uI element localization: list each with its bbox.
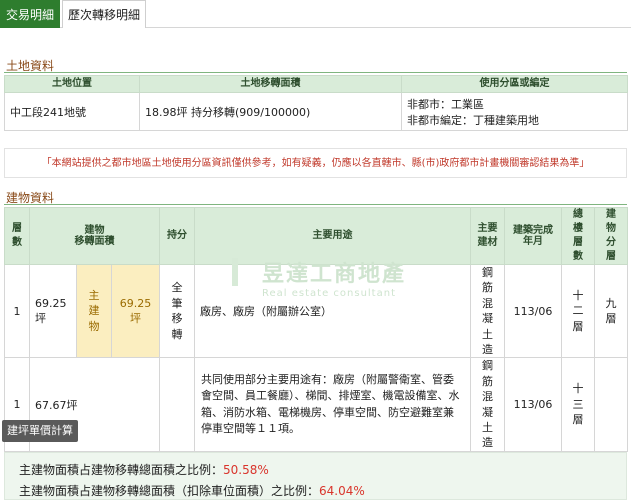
ratio-summary: 主建物面積占建物移轉總面積之比例：50.58% 主建物面積占建物移轉總面積（扣除… — [4, 452, 627, 500]
row2-building-zoning — [594, 357, 629, 452]
row2-share — [159, 357, 196, 452]
table-row: 1 67.67坪 共同使用部分主要用途有：廠房（附屬警衛室、管委會空間、員工餐廳… — [4, 357, 629, 452]
row1-area: 69.25坪 — [29, 263, 77, 359]
header-usage: 主要用途 — [194, 207, 472, 265]
header-completed: 建築完成年月 — [504, 207, 563, 265]
land-zoning-line1: 非都市：工業區 — [407, 97, 484, 111]
row2-completed: 113/06 — [504, 357, 563, 452]
tab-transaction-details[interactable]: 交易明細 — [0, 0, 61, 28]
header-share: 持分 — [159, 207, 196, 265]
row2-total-floors: 十三層 — [561, 357, 596, 452]
row1-building-zoning: 九層 — [594, 263, 629, 359]
row1-main-area: 69.25坪 — [110, 263, 161, 359]
ratio-value-2: 64.04% — [319, 484, 365, 498]
row1-floor: 1 — [4, 263, 30, 359]
land-header-location: 土地位置 — [4, 75, 140, 93]
land-divider — [4, 72, 627, 73]
header-total-floors: 總樓層數 — [561, 207, 596, 265]
ratio-line-1: 主建物面積占建物移轉總面積之比例：50.58% — [19, 463, 269, 477]
table-row: 中工段241地號 18.98坪 持分移轉(909/100000) 非都市：工業區… — [4, 92, 628, 131]
row1-material: 鋼筋混凝土造 — [470, 263, 506, 359]
tab-bar: 交易明細 歷次轉移明細 — [0, 0, 631, 28]
building-divider — [4, 204, 627, 205]
row1-usage: 廠房、廠房（附屬辦公室） — [194, 263, 472, 359]
land-zoning-line2: 非都市編定：丁種建築用地 — [407, 113, 539, 127]
ratio-line-2: 主建物面積占建物移轉總面積（扣除車位面積）之比例：64.04% — [19, 484, 365, 498]
row1-main-label: 主建物 — [76, 263, 112, 359]
land-header-area: 土地移轉面積 — [139, 75, 402, 93]
land-area: 18.98坪 持分移轉(909/100000) — [139, 92, 402, 131]
ratio-value-1: 50.58% — [223, 463, 269, 477]
row2-material: 鋼筋混凝土造 — [470, 357, 506, 452]
land-header-zoning: 使用分區或編定 — [401, 75, 628, 93]
table-row: 1 69.25坪 主建物 69.25坪 全筆移轉 廠房、廠房（附屬辦公室） 鋼筋… — [4, 263, 629, 359]
header-material: 主要建材 — [470, 207, 506, 265]
land-zoning: 非都市：工業區 非都市編定：丁種建築用地 — [401, 92, 628, 131]
zoning-disclaimer: 「本網站提供之都市地區土地使用分區資訊僅供參考，如有疑義，仍應以各直轄市、縣(市… — [4, 148, 627, 178]
land-location: 中工段241地號 — [4, 92, 140, 131]
row1-total-floors: 十二層 — [561, 263, 596, 359]
header-floor: 層數 — [4, 207, 30, 265]
building-table: 層數 建物 移轉面積 持分 主要用途 主要建材 建築完成年月 總樓層數 建物分層… — [4, 207, 629, 452]
row2-usage: 共同使用部分主要用途有：廠房（附屬警衛室、管委會空間、員工餐廳）、梯間、排煙室、… — [194, 357, 472, 452]
row1-share: 全筆移轉 — [159, 263, 196, 359]
land-table: 土地位置 土地移轉面積 使用分區或編定 中工段241地號 18.98坪 持分移轉… — [4, 75, 628, 131]
header-area: 建物 移轉面積 — [28, 207, 161, 265]
row1-completed: 113/06 — [504, 263, 563, 359]
header-building-zoning: 建物分層 — [594, 207, 629, 265]
tab-transfer-history[interactable]: 歷次轉移明細 — [62, 0, 147, 28]
unit-price-calc-button[interactable]: 建坪單價計算 — [2, 420, 78, 442]
